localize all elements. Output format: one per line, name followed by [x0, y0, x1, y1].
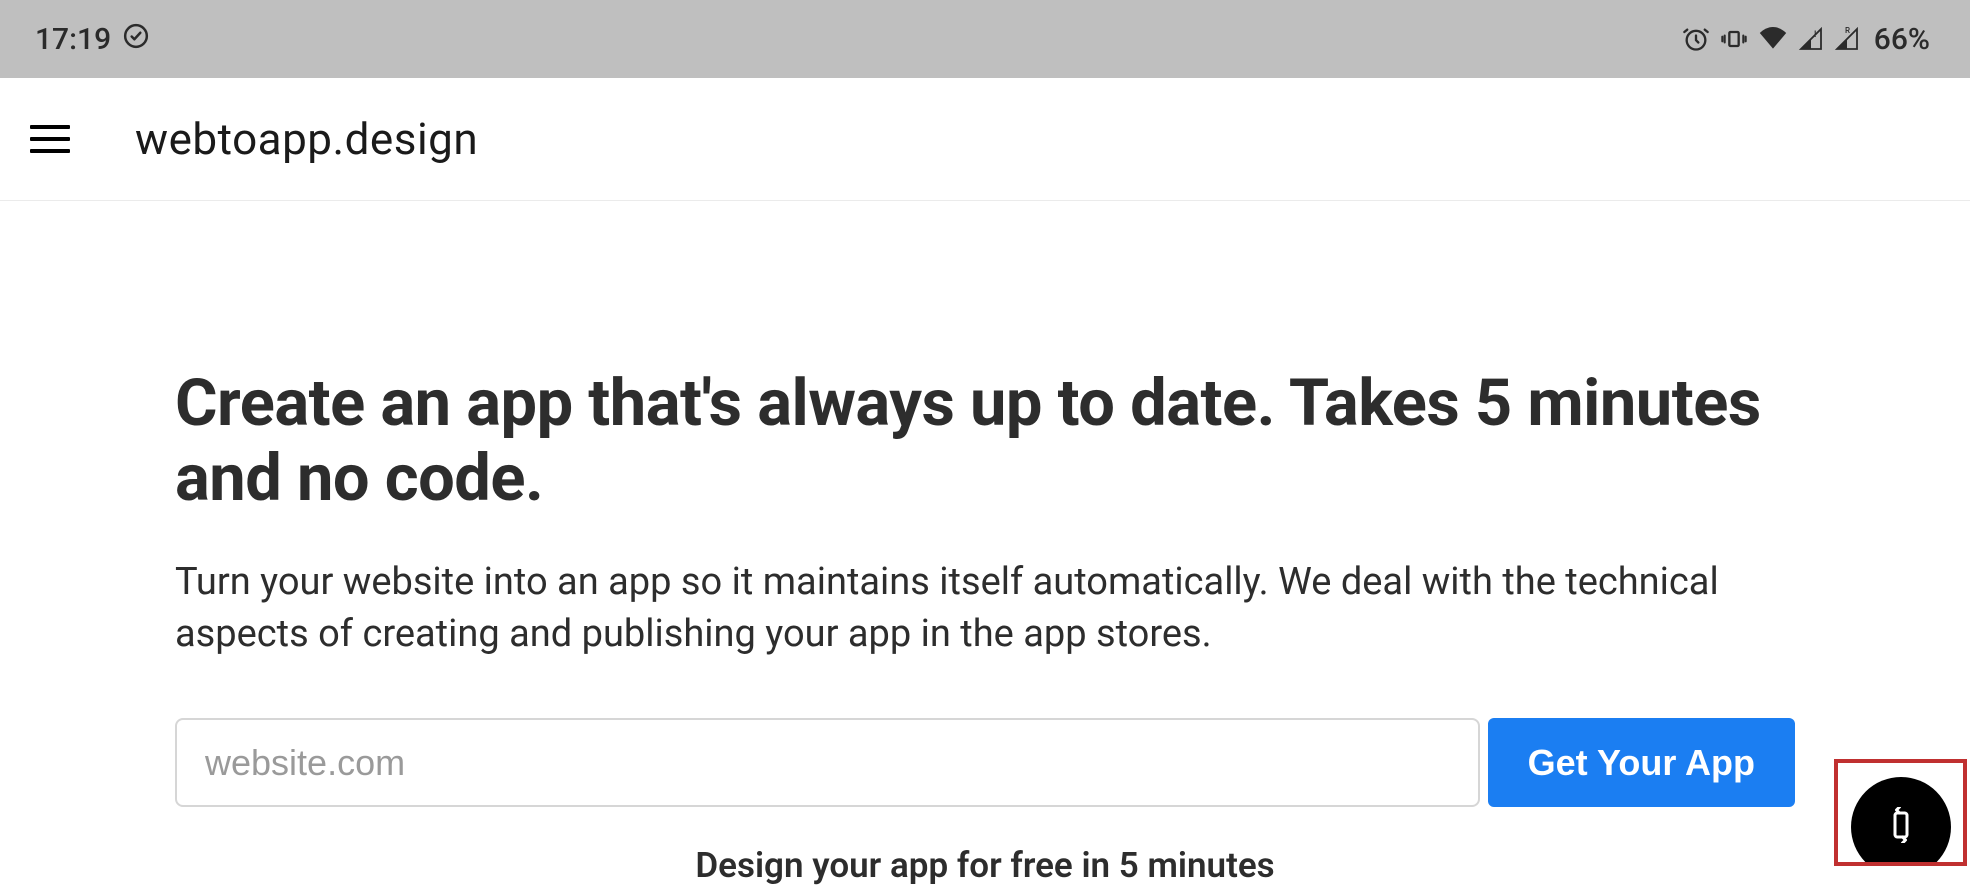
status-left: 17:19	[35, 22, 149, 57]
main-content: Create an app that's always up to date. …	[0, 201, 1970, 886]
alarm-icon	[1682, 25, 1710, 53]
wifi-icon	[1758, 27, 1788, 51]
fab-highlight-box	[1834, 759, 1967, 866]
svg-text:!: !	[1814, 30, 1816, 40]
battery-percent: 66%	[1874, 22, 1930, 57]
url-form: Get Your App	[175, 718, 1795, 807]
hero-headline: Create an app that's always up to date. …	[175, 366, 1795, 516]
signal-icon-2: R	[1834, 27, 1860, 51]
signal-icon-1: !	[1798, 27, 1824, 51]
android-status-bar: 17:19	[0, 0, 1970, 78]
svg-text:R: R	[1845, 27, 1850, 35]
rotate-icon	[1883, 807, 1919, 847]
app-title: webtoapp.design	[135, 113, 478, 165]
status-time: 17:19	[35, 22, 111, 57]
check-circle-icon	[123, 22, 149, 57]
get-your-app-button[interactable]: Get Your App	[1488, 718, 1795, 807]
rotate-device-button[interactable]	[1851, 777, 1951, 867]
app-bar: webtoapp.design	[0, 78, 1970, 201]
menu-icon[interactable]	[30, 117, 75, 162]
hero-footer-text: Design your app for free in 5 minutes	[175, 845, 1795, 886]
hero-subtext: Turn your website into an app so it main…	[175, 556, 1795, 661]
vibrate-icon	[1720, 25, 1748, 53]
website-url-input[interactable]	[175, 718, 1480, 807]
status-right: ! R 66%	[1682, 22, 1930, 57]
